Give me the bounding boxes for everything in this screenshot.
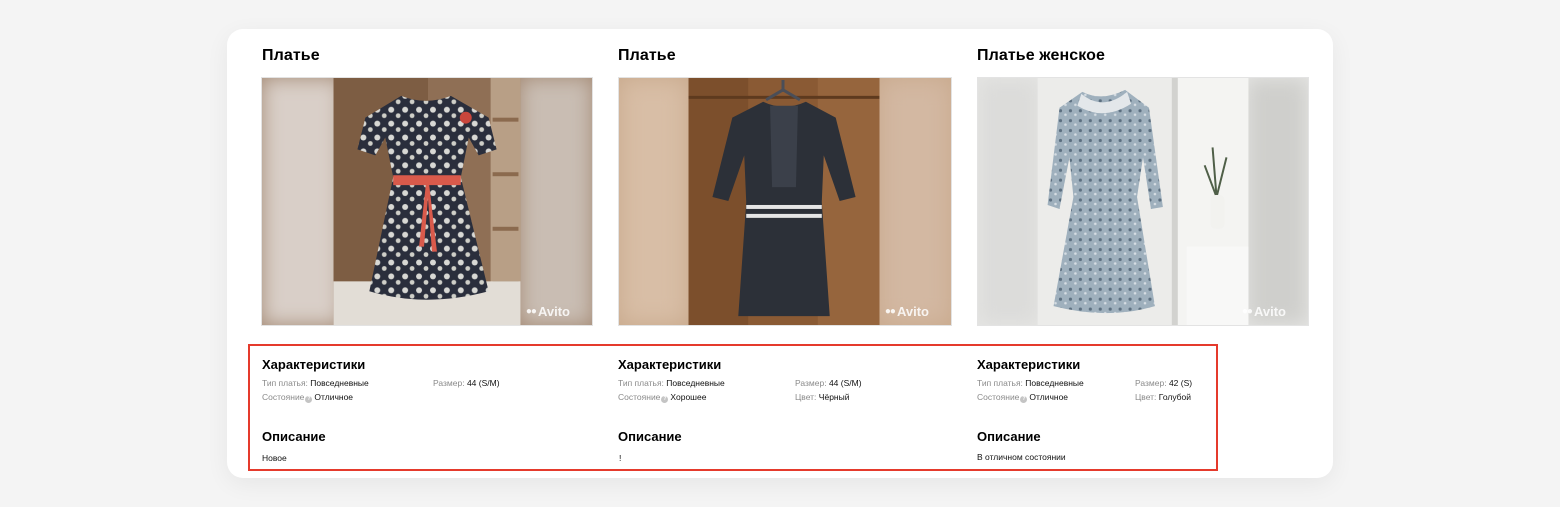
attr-condition-3: Состояние? Отличное: [977, 392, 1069, 403]
avito-logo-icon: ●●: [525, 306, 537, 317]
characteristics-section-1: Характеристики: [262, 357, 365, 372]
description-heading-3: Описание: [977, 429, 1041, 444]
description-text-1: Новое: [262, 453, 287, 463]
attr-condition-2: Состояние? Хорошее: [618, 392, 707, 403]
attr-size-1: Размер: 44 (S/M): [433, 378, 500, 388]
listing-title-3[interactable]: Платье женское: [977, 47, 1105, 65]
watermark-3: ●● Avito: [1241, 304, 1286, 319]
listing-title-2[interactable]: Платье: [618, 47, 676, 65]
description-text-3: В отличном состоянии: [977, 452, 1066, 462]
info-icon[interactable]: ?: [305, 396, 313, 403]
characteristics-section-3: Характеристики: [977, 357, 1080, 372]
watermark-1: ●● Avito: [525, 304, 570, 319]
attr-color-2: Цвет: Чёрный: [795, 392, 850, 402]
characteristics-heading-1: Характеристики: [262, 357, 366, 372]
attr-size-2: Размер: 44 (S/M): [795, 378, 862, 388]
dress-photo-2-image: [619, 78, 951, 325]
attr-type-2: Тип платья: Повседневные: [618, 378, 725, 388]
dress-photo-1-image: [262, 78, 592, 325]
description-heading-1: Описание: [262, 429, 326, 444]
attr-color-3: Цвет: Голубой: [1135, 392, 1192, 402]
listing-photo-3[interactable]: ●● Avito: [977, 77, 1309, 326]
dress-photo-3-image: [978, 78, 1308, 325]
attr-condition-1: Состояние? Отличное: [262, 392, 354, 403]
listing-photo-2[interactable]: ●● Avito: [618, 77, 952, 326]
attr-size-3: Размер: 42 (S): [1135, 378, 1193, 388]
attr-type-1: Тип платья: Повседневные: [262, 378, 369, 388]
avito-logo-icon: ●●: [884, 306, 896, 317]
attr-type-3: Тип платья: Повседневные: [977, 378, 1084, 388]
listing-photo-1[interactable]: ●● Avito: [261, 77, 593, 326]
info-icon[interactable]: ?: [661, 396, 669, 403]
watermark-2: ●● Avito: [884, 304, 929, 319]
avito-logo-icon: ●●: [1241, 306, 1253, 317]
description-heading-2: Описание: [618, 429, 682, 444]
info-icon[interactable]: ?: [1020, 396, 1028, 403]
description-text-2: !: [619, 453, 622, 463]
characteristics-heading-3: Характеристики: [977, 357, 1081, 372]
listing-title-1[interactable]: Платье: [262, 47, 320, 65]
characteristics-section-2: Характеристики: [618, 357, 721, 372]
characteristics-heading-2: Характеристики: [618, 357, 722, 372]
